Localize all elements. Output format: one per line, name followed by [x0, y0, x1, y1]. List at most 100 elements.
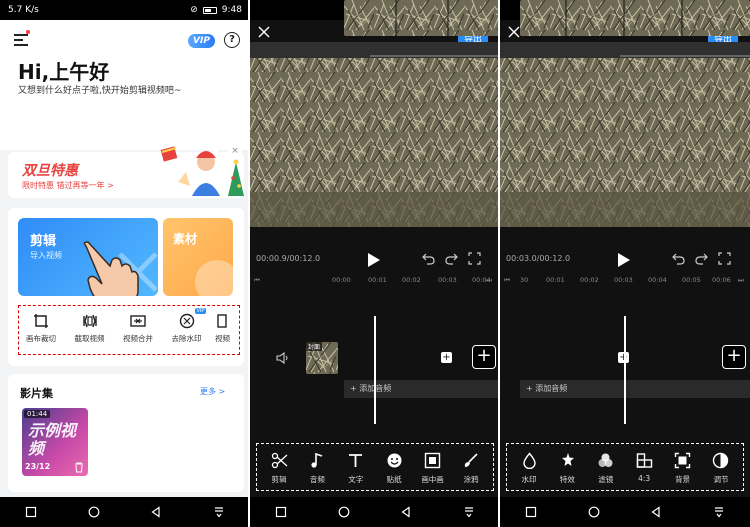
undo-icon[interactable]: [672, 252, 685, 265]
rewind-icon[interactable]: ⏮: [254, 276, 260, 285]
add-audio-track[interactable]: + 添加音频: [520, 380, 750, 398]
ruler-tick: 00:05: [682, 276, 701, 284]
tool-adjust[interactable]: 调节: [705, 444, 737, 490]
tool-background[interactable]: 背景: [667, 444, 699, 490]
playback-controls: 00:03.0/00:12.0: [500, 248, 750, 272]
tool-canvas-crop[interactable]: 画布裁切: [21, 306, 61, 354]
pointing-hand-icon: [83, 241, 139, 296]
tool-doodle[interactable]: 涂鸦: [455, 444, 487, 490]
filter-icon: [598, 453, 613, 467]
tool-watermark[interactable]: 水印: [513, 444, 545, 490]
menu-icon[interactable]: [14, 34, 28, 46]
merge-icon: [130, 315, 146, 327]
notification-pull-icon[interactable]: [213, 506, 225, 518]
fast-forward-icon[interactable]: ⏭: [486, 276, 492, 285]
help-icon[interactable]: ?: [224, 32, 240, 48]
ruler-tick: 30: [520, 276, 529, 284]
undo-icon[interactable]: [422, 252, 435, 265]
back-icon[interactable]: [150, 506, 162, 518]
redo-icon[interactable]: [695, 252, 708, 265]
tool-audio[interactable]: 音频: [301, 444, 333, 490]
tool-remove-watermark[interactable]: VIP 去除水印: [167, 306, 207, 354]
tool-label: 特效: [559, 475, 575, 484]
edit-card[interactable]: 剪辑 导入视频: [18, 218, 158, 296]
volume-icon[interactable]: [276, 352, 289, 364]
recent-apps-icon[interactable]: [525, 506, 537, 518]
vip-badge: VIP: [194, 308, 207, 314]
tool-sticker[interactable]: 贴纸: [378, 444, 410, 490]
add-transition-button[interactable]: +: [441, 352, 452, 363]
tool-edit[interactable]: 剪辑: [263, 444, 295, 490]
music-icon: [311, 452, 323, 468]
add-clip-button[interactable]: +: [722, 345, 746, 369]
video-preview[interactable]: [250, 42, 500, 227]
films-title: 影片集: [20, 387, 53, 400]
tool-label: 贴纸: [386, 475, 402, 484]
effects-icon: [561, 453, 574, 466]
cover-thumbnail[interactable]: 封面: [306, 342, 338, 374]
vip-button[interactable]: VIP: [188, 34, 215, 48]
video-clip[interactable]: [520, 0, 750, 36]
tool-trim-video[interactable]: 截取视频: [70, 306, 110, 354]
ruler-tick: 00:01: [368, 276, 387, 284]
rewind-icon[interactable]: ⏮: [504, 276, 510, 285]
tool-filter[interactable]: 滤镜: [590, 444, 622, 490]
recent-apps-icon[interactable]: [25, 506, 37, 518]
film-item[interactable]: 01:44 示例视频 23/12: [22, 408, 88, 476]
tool-effects[interactable]: 特效: [551, 444, 583, 490]
playhead[interactable]: [624, 316, 626, 424]
film-duration: 01:44: [24, 410, 51, 418]
trash-icon[interactable]: [74, 462, 84, 473]
ruler-tick: 00:02: [580, 276, 599, 284]
home-icon[interactable]: [588, 506, 600, 518]
promo-subtitle: 限时特惠 错过再等一年 >: [22, 181, 114, 190]
promo-title: 双旦特惠: [22, 163, 78, 179]
sticker-icon: [387, 453, 402, 468]
redo-icon[interactable]: [445, 252, 458, 265]
cover-label: 封面: [306, 342, 323, 351]
tool-picture-in-picture[interactable]: 画中画: [417, 444, 449, 490]
brush-icon: [465, 453, 479, 467]
tool-video[interactable]: 视频: [215, 306, 237, 354]
tool-text[interactable]: 文字: [340, 444, 372, 490]
recent-apps-icon[interactable]: [275, 506, 287, 518]
tool-label: 画中画: [421, 475, 444, 484]
play-icon[interactable]: [617, 252, 631, 268]
back-icon[interactable]: [650, 506, 662, 518]
promo-close-button[interactable]: ×: [228, 144, 242, 158]
video-clip[interactable]: [344, 0, 500, 36]
tool-label: 去除水印: [171, 334, 202, 343]
promo-banner[interactable]: 双旦特惠 限时特惠 错过再等一年 >: [8, 146, 244, 198]
back-icon[interactable]: [400, 506, 412, 518]
notification-pull-icon[interactable]: [463, 506, 475, 518]
editor-toolbar: 剪辑 音频 文字 贴纸 画中画 涂鸦: [256, 443, 494, 491]
tool-label: 截取视频: [74, 334, 105, 343]
fullscreen-icon[interactable]: [718, 252, 731, 265]
editor-toolbar: 水印 特效 滤镜 4:3 背景 调节: [506, 443, 744, 491]
watermark-remove-icon: [179, 313, 194, 329]
fullscreen-icon[interactable]: [468, 252, 481, 265]
system-nav-bar: [250, 497, 500, 527]
tool-merge-video[interactable]: 视频合并: [118, 306, 158, 354]
films-more-link[interactable]: 更多 >: [200, 386, 225, 397]
material-card[interactable]: 素材: [163, 218, 233, 296]
tools-card: 剪辑 导入视频 素材 画布裁切 截取视频 视频合并 VIP 去除水印 视频: [8, 208, 244, 366]
tool-label: 画布裁切: [26, 334, 56, 343]
playhead[interactable]: [374, 316, 376, 424]
tool-label: 4:3: [638, 474, 651, 483]
video-preview[interactable]: [500, 42, 750, 227]
ruler-tick: 00:03: [614, 276, 633, 284]
notification-pull-icon[interactable]: [713, 506, 725, 518]
add-audio-track[interactable]: + 添加音频: [344, 380, 500, 398]
fast-forward-icon[interactable]: ⏭: [738, 276, 744, 285]
home-icon[interactable]: [338, 506, 350, 518]
playback-controls: 00:00.9/00:12.0: [250, 248, 500, 272]
tool-aspect-ratio[interactable]: 4:3: [628, 444, 660, 490]
tool-label: 滤镜: [598, 475, 614, 484]
close-icon[interactable]: [508, 26, 520, 38]
home-icon[interactable]: [88, 506, 100, 518]
add-clip-button[interactable]: +: [472, 345, 496, 369]
close-icon[interactable]: [258, 26, 270, 38]
timeline-ruler: ⏮ 00:00 00:01 00:02 00:03 00:04 ⏭: [250, 274, 500, 288]
play-icon[interactable]: [367, 252, 381, 268]
